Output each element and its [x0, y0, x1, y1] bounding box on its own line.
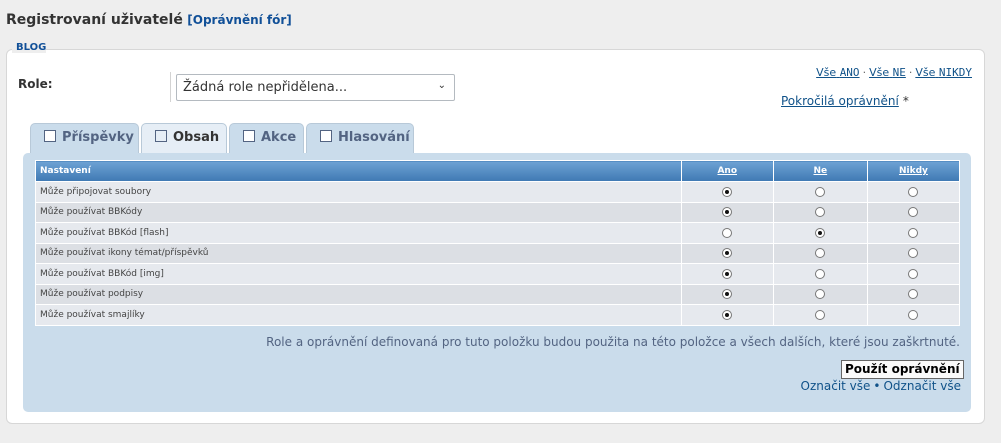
- role-select-value: Žádná role nepřidělena...: [183, 80, 348, 95]
- checkbox-icon[interactable]: [155, 130, 167, 142]
- tab-posts[interactable]: Příspěvky: [30, 123, 139, 153]
- radio-never[interactable]: [908, 227, 919, 238]
- radio-yes[interactable]: [722, 186, 733, 197]
- radio-cell-never: [867, 201, 961, 223]
- table-row: Může používat podpisy: [35, 283, 961, 305]
- role-select[interactable]: Žádná role nepřidělena... ⌄: [176, 74, 455, 101]
- apply-permissions-button[interactable]: Použít oprávnění: [841, 360, 964, 379]
- permissions-table-body: Může připojovat soubory Může používat BBK…: [35, 181, 961, 325]
- advanced-permissions-link[interactable]: Pokročilá oprávnění: [781, 94, 899, 108]
- role-label: Role:: [18, 77, 53, 91]
- radio-cell-never: [867, 222, 961, 243]
- radio-cell-no: [773, 222, 868, 243]
- page-title-text: Registrovaní uživatelé: [6, 12, 183, 28]
- radio-no[interactable]: [815, 186, 826, 197]
- radio-never[interactable]: [908, 248, 919, 258]
- checkbox-icon[interactable]: [44, 130, 56, 142]
- permission-label: Může používat BBKód [flash]: [35, 222, 682, 243]
- radio-cell-no: [773, 283, 868, 305]
- radio-yes[interactable]: [722, 207, 733, 217]
- table-row: Může používat BBKód [img]: [35, 263, 961, 284]
- radio-cell-no: [773, 181, 868, 202]
- table-row: Může používat ikony témat/příspěvků: [35, 242, 961, 264]
- permission-label: Může používat ikony témat/příspěvků: [35, 242, 682, 264]
- radio-yes[interactable]: [722, 309, 733, 320]
- radio-cell-yes: [681, 304, 774, 325]
- radio-never[interactable]: [908, 186, 919, 197]
- radio-never[interactable]: [908, 268, 919, 279]
- permissions-table: Nastavení Ano Ne Nikdy Může připojovat s…: [35, 160, 961, 326]
- radio-cell-no: [773, 304, 868, 325]
- radio-no[interactable]: [815, 289, 826, 299]
- separator: ·: [908, 66, 913, 79]
- permission-label: Může používat podpisy: [35, 283, 682, 305]
- fieldset-legend: BLOG: [12, 42, 47, 53]
- advanced-star: *: [902, 94, 909, 108]
- radio-never[interactable]: [908, 207, 919, 217]
- radio-cell-yes: [681, 222, 774, 243]
- radio-cell-never: [867, 242, 961, 264]
- column-header-never: Nikdy: [867, 160, 961, 182]
- radio-never[interactable]: [908, 289, 919, 299]
- table-row: Může používat BBKódy: [35, 201, 961, 223]
- tab-actions[interactable]: Akce: [229, 123, 304, 153]
- radio-cell-never: [867, 283, 961, 305]
- page-subtitle: [Oprávnění fór]: [187, 13, 292, 27]
- radio-no[interactable]: [815, 309, 826, 320]
- radio-never[interactable]: [908, 309, 919, 320]
- advanced-permissions: Pokročilá oprávnění *: [781, 94, 909, 108]
- chevron-down-icon: ⌄: [437, 80, 446, 91]
- radio-no[interactable]: [815, 248, 826, 258]
- tab-polls[interactable]: Hlasování: [306, 123, 414, 153]
- separator: •: [873, 379, 881, 393]
- mark-all-link[interactable]: Označit vše: [801, 379, 871, 393]
- radio-yes[interactable]: [722, 268, 733, 279]
- table-row: Může připojovat soubory: [35, 181, 961, 202]
- radio-yes[interactable]: [722, 227, 733, 238]
- radio-cell-no: [773, 242, 868, 264]
- radio-no[interactable]: [815, 227, 826, 238]
- permission-label: Může používat smajlíky: [35, 304, 682, 325]
- radio-cell-yes: [681, 201, 774, 223]
- column-never-link[interactable]: Nikdy: [899, 166, 928, 176]
- radio-cell-never: [867, 263, 961, 284]
- table-row: Může používat smajlíky: [35, 304, 961, 325]
- radio-yes[interactable]: [722, 289, 733, 299]
- set-all-no-link[interactable]: Vše NE: [869, 66, 906, 79]
- radio-yes[interactable]: [722, 248, 733, 258]
- mark-links: Označit vše • Odznačit vše: [801, 379, 961, 393]
- column-header-no: Ne: [773, 160, 868, 182]
- radio-cell-no: [773, 201, 868, 223]
- checkbox-icon[interactable]: [243, 130, 255, 142]
- radio-cell-yes: [681, 263, 774, 284]
- column-header-yes: Ano: [681, 160, 774, 182]
- separator: ·: [862, 66, 867, 79]
- page-title: Registrovaní uživatelé [Oprávnění fór]: [6, 12, 292, 28]
- table-row: Může používat BBKód [flash]: [35, 222, 961, 243]
- tab-content[interactable]: Obsah: [141, 123, 227, 154]
- set-all-never-link[interactable]: Vše NIKDY: [915, 66, 972, 79]
- column-yes-link[interactable]: Ano: [717, 166, 737, 176]
- permission-label: Může připojovat soubory: [35, 181, 682, 202]
- radio-cell-yes: [681, 283, 774, 305]
- checkbox-icon[interactable]: [320, 130, 332, 142]
- unmark-all-link[interactable]: Odznačit vše: [883, 379, 961, 393]
- permissions-note: Role a oprávnění definovaná pro tuto pol…: [266, 335, 960, 349]
- role-divider: [170, 72, 171, 102]
- radio-no[interactable]: [815, 207, 826, 217]
- radio-no[interactable]: [815, 268, 826, 279]
- radio-cell-yes: [681, 242, 774, 264]
- radio-cell-yes: [681, 181, 774, 202]
- radio-cell-never: [867, 304, 961, 325]
- radio-cell-no: [773, 263, 868, 284]
- column-no-link[interactable]: Ne: [814, 166, 828, 176]
- set-all-yes-link[interactable]: Vše ANO: [816, 66, 859, 79]
- radio-cell-never: [867, 181, 961, 202]
- column-header-setting: Nastavení: [35, 160, 682, 182]
- permission-label: Může používat BBKód [img]: [35, 263, 682, 284]
- permission-label: Může používat BBKódy: [35, 201, 682, 223]
- set-all-links: Vše ANO · Vše NE · Vše NIKDY: [816, 66, 972, 79]
